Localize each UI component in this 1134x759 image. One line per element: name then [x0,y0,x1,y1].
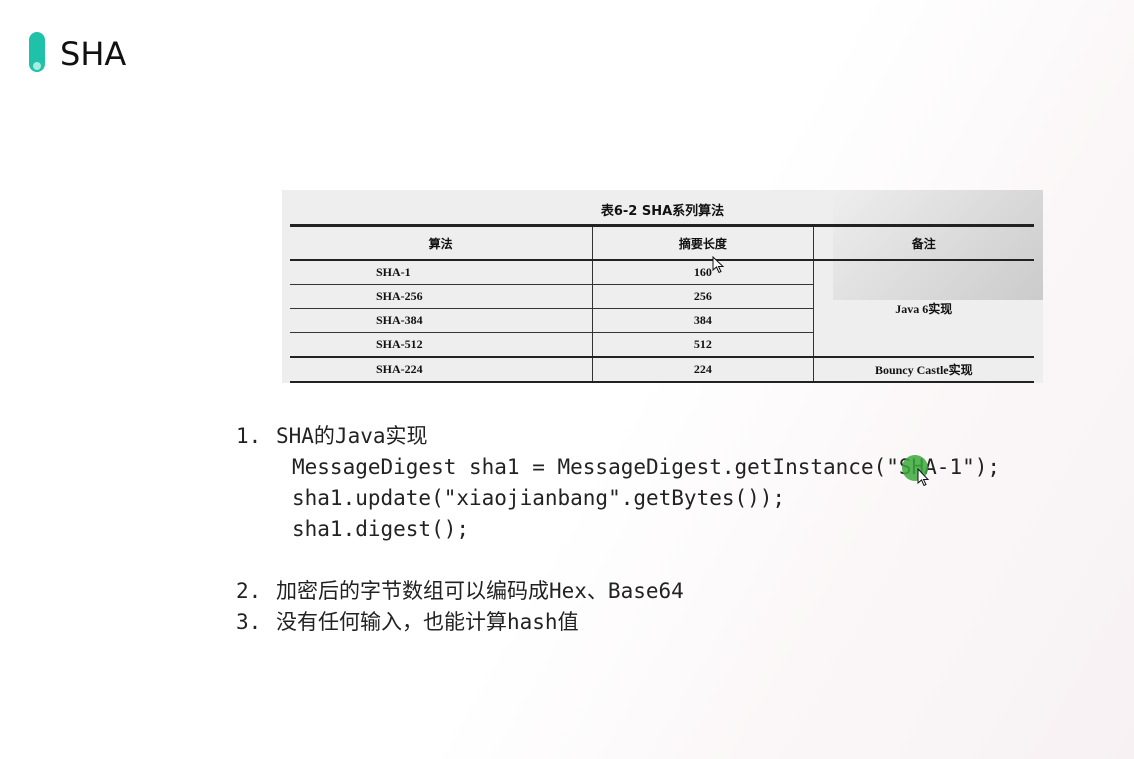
algorithm-cell: SHA-256 [290,284,594,309]
note-bc-cell: Bouncy Castle实现 [813,356,1034,383]
table-row: SHA-224 224 Bouncy Castle实现 [290,356,1034,383]
code-line: sha1.update("xiaojianbang".getBytes()); [292,486,786,510]
length-cell: 512 [592,332,814,357]
table-header-row: 算法 摘要长度 备注 [290,224,1034,261]
algorithm-cell: SHA-1 [290,260,594,285]
header-digest-length: 摘要长度 [592,224,814,261]
mouse-pointer-icon [917,468,930,487]
header-algorithm: 算法 [290,224,594,261]
list-item: 3. 没有任何输入，也能计算hash值 [236,607,1000,638]
list-text: 没有任何输入，也能计算hash值 [276,610,579,634]
length-cell: 160 [592,260,814,285]
list-item: 1. SHA的Java实现 [236,421,1000,452]
mouse-pointer-icon [712,256,725,274]
list-text: SHA的Java实现 [276,424,428,448]
slide-content: 1. SHA的Java实现 MessageDigest sha1 = Messag… [236,421,1000,638]
table-caption: 表6-2 SHA系列算法 [600,204,725,219]
algorithm-cell: SHA-224 [290,356,594,383]
sha-algorithms-table: 算法 摘要长度 备注 SHA-1 160 Java 6实现 SHA-256 25… [290,224,1034,383]
sha-table-image: 表6-2 SHA系列算法 算法 摘要长度 备注 SHA-1 160 Java 6… [282,190,1043,383]
code-line: MessageDigest sha1 = MessageDigest.getIn… [292,455,1001,479]
list-number: 2. [236,579,262,603]
list-number: 3. [236,610,262,634]
algorithm-cell: SHA-384 [290,308,594,333]
list-text: 加密后的字节数组可以编码成Hex、Base64 [276,579,684,603]
table-row: SHA-1 160 Java 6实现 [290,260,1034,316]
algorithm-cell: SHA-512 [290,332,594,357]
header-note: 备注 [813,224,1034,261]
title-accent-dot [33,62,41,70]
length-cell: 256 [592,284,814,309]
code-line: sha1.digest(); [292,517,470,541]
list-number: 1. [236,424,262,448]
list-item: 2. 加密后的字节数组可以编码成Hex、Base64 [236,576,1000,607]
note-java-cell: Java 6实现 [895,302,953,316]
slide-title: SHA [60,35,127,73]
length-cell: 384 [592,308,814,333]
length-cell: 224 [592,356,814,383]
